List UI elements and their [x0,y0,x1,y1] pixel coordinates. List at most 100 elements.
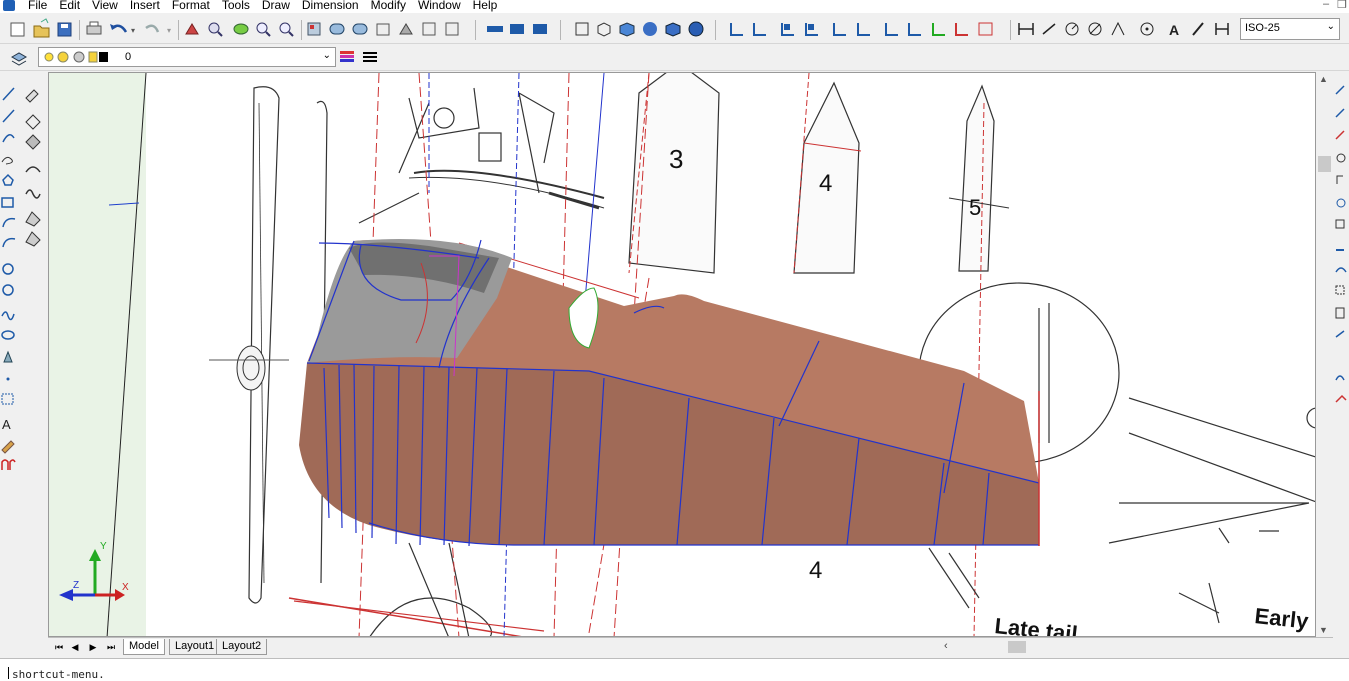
design-center-icon[interactable] [352,23,368,35]
ucs-y-icon[interactable] [978,22,993,36]
ucs-world-icon[interactable] [753,23,766,36]
menu-edit[interactable]: Edit [53,0,86,12]
command-line[interactable]: shortcut-menu. [0,658,1349,681]
dim-angular-icon[interactable] [1111,21,1125,36]
tab-model[interactable]: Model [123,639,165,655]
vertical-scrollbar[interactable]: ▲ ▼ [1316,72,1333,637]
dim-aligned-icon[interactable] [510,24,524,34]
revcloud-icon[interactable] [1,311,15,321]
zoom-window-icon[interactable] [256,22,271,37]
snap-perpendicular-icon[interactable] [1335,219,1345,229]
ucs-face-icon[interactable] [805,23,818,36]
copy-icon[interactable] [25,114,41,130]
ucs-previous-icon[interactable] [781,23,794,36]
zoom-previous-icon[interactable] [279,22,294,37]
snap-center-icon[interactable] [1336,153,1346,163]
menu-view[interactable]: View [86,0,124,12]
horizontal-scroll-thumb[interactable] [1008,641,1026,653]
menu-tools[interactable]: Tools [216,0,256,12]
menu-insert[interactable]: Insert [124,0,166,12]
mtext-icon[interactable]: A [2,417,11,432]
menu-format[interactable]: Format [166,0,216,12]
tab-last-icon[interactable]: ⏭ [104,640,118,654]
view-hidden-icon[interactable] [619,22,635,37]
scroll-up-icon[interactable]: ▲ [1319,74,1328,84]
snap-settings-icon[interactable] [1335,394,1347,403]
mirror-icon[interactable] [25,134,41,150]
lineweight-icon[interactable] [363,52,377,62]
view-wireframe-icon[interactable] [597,22,611,37]
tab-layout1[interactable]: Layout1 [169,639,221,655]
array-icon[interactable] [25,189,41,199]
snap-node-icon[interactable] [1335,285,1345,295]
properties-icon[interactable] [307,22,321,36]
match-props-icon[interactable] [329,23,345,35]
snap-quadrant-icon[interactable] [1336,175,1343,184]
tool-palette-icon[interactable] [376,23,390,36]
snap-endpoint-icon[interactable] [1335,85,1345,95]
open-icon[interactable] [33,18,50,38]
dim-edit-icon[interactable] [1192,22,1204,36]
tab-layout2[interactable]: Layout2 [216,639,268,655]
point-icon[interactable] [6,377,10,381]
markup-icon[interactable] [422,22,436,36]
donut-icon[interactable] [2,284,14,296]
view-2d-icon[interactable] [575,22,589,36]
polygon-icon[interactable] [2,173,14,186]
tab-next-icon[interactable]: ▶ [86,640,100,654]
dim-center-icon[interactable] [1140,22,1154,36]
minimize-button[interactable]: – [1323,0,1329,11]
hatch-icon[interactable] [1,393,14,405]
zoom-realtime-icon[interactable] [208,22,223,37]
ucs-x-icon[interactable] [955,23,968,36]
polyline-icon[interactable] [2,134,15,143]
calculator-icon[interactable] [445,22,459,36]
arc-3pt-icon[interactable] [2,237,16,248]
dim-style-icon[interactable] [1215,23,1229,35]
view-gouraud-icon[interactable] [665,22,681,37]
dim-diameter-icon[interactable] [1088,22,1102,36]
pan-icon[interactable] [185,23,199,35]
dim-linear2-icon[interactable] [1018,23,1034,35]
line-icon[interactable] [2,87,15,101]
ucs-view-icon[interactable] [857,23,870,36]
menu-file[interactable]: File [22,0,53,12]
attribute-icon[interactable] [1,459,16,470]
orbit-icon[interactable] [233,23,249,35]
snap-intersection-icon[interactable] [1335,130,1345,140]
tab-first-icon[interactable]: ⏮ [52,640,66,654]
spline-icon[interactable] [1,156,13,165]
view-flat-icon[interactable] [643,22,657,36]
tab-prev-icon[interactable]: ◀ [68,640,82,654]
menu-help[interactable]: Help [467,0,504,12]
offset-icon[interactable] [25,166,41,173]
drawing-canvas[interactable]: 3 4 5 4 Late tail Early Y Z X [49,73,1316,637]
view-realistic-icon[interactable] [688,21,704,37]
vertical-scroll-thumb[interactable] [1318,156,1331,172]
snap-midpoint-icon[interactable] [1335,108,1345,118]
snap-nearest-icon[interactable] [1335,307,1345,319]
snap-insert-icon[interactable] [1335,267,1347,273]
ucs-object-icon[interactable] [833,23,846,36]
cone-icon[interactable] [3,350,13,363]
dim-aligned2-icon[interactable] [1042,23,1056,35]
scroll-down-icon[interactable]: ▼ [1319,625,1328,635]
snap-none-icon[interactable] [1335,330,1345,338]
undo-icon[interactable] [110,24,128,33]
ellipse-icon[interactable] [1,330,15,340]
sheet-set-icon[interactable] [399,23,413,35]
snap-tangent-icon[interactable] [1336,198,1346,208]
ucs-origin-icon[interactable] [885,23,898,36]
menu-dimension[interactable]: Dimension [296,0,365,12]
layer-select[interactable]: 0 ⌄ [38,47,336,67]
dim-style-select[interactable]: ISO-25 ⌄ [1240,18,1340,40]
menu-modify[interactable]: Modify [365,0,412,12]
text-style-icon[interactable]: A [1169,22,1179,38]
app-icon[interactable] [3,0,15,11]
snap-extension-icon[interactable] [1335,375,1345,381]
horizontal-scrollbar[interactable]: ‹ › [938,640,1349,654]
dim-radius-icon[interactable] [1065,22,1079,36]
ucs-icon[interactable] [730,23,743,36]
print-icon[interactable] [86,21,102,35]
scroll-left-icon[interactable]: ‹ [944,640,948,652]
